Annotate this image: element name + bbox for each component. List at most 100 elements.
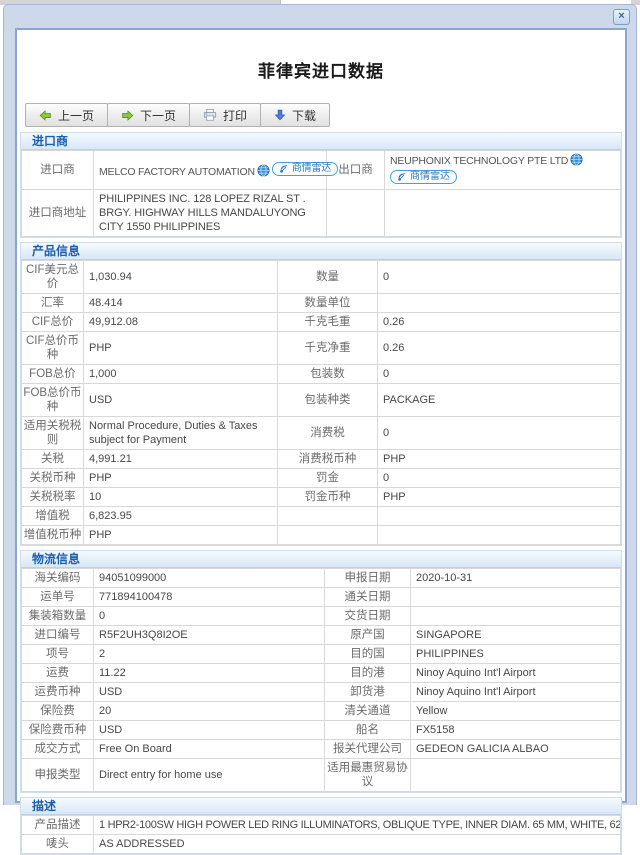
arrow-right-icon — [121, 109, 134, 122]
close-icon[interactable]: × — [613, 9, 630, 25]
section-description-title: 描述 — [21, 798, 621, 815]
field-value: 0 — [94, 607, 325, 626]
radar-badge[interactable]: 商情雷达 — [390, 170, 457, 184]
field-label: 数量单位 — [278, 294, 378, 313]
field-label: 罚金 — [278, 469, 378, 488]
field-value: PACKAGE — [378, 384, 621, 417]
field-label: 关税税率 — [22, 488, 84, 507]
field-value: 10 — [84, 488, 278, 507]
field-value: 1,030.94 — [84, 261, 278, 294]
field-value: Direct entry for home use — [94, 759, 325, 792]
table-row: 唛头 AS ADDRESSED — [22, 835, 621, 854]
table-row: 集装箱数量 0 交货日期 — [22, 607, 621, 626]
field-value — [411, 588, 621, 607]
table-row: 产品描述 1 HPR2-100SW HIGH POWER LED RING IL… — [22, 816, 621, 835]
field-value: 0.26 — [378, 332, 621, 365]
next-page-label: 下一页 — [140, 107, 176, 124]
exporter-company-line: NEUPHONIX TECHNOLOGY PTE LTD — [390, 153, 615, 168]
arrow-left-icon — [39, 109, 52, 122]
field-value: PHP — [84, 332, 278, 365]
shipping-marks-value: AS ADDRESSED — [94, 835, 621, 854]
field-label: 数量 — [278, 261, 378, 294]
prev-page-button[interactable]: 上一页 — [25, 103, 108, 127]
exporter-name[interactable]: NEUPHONIX TECHNOLOGY PTE LTD — [390, 155, 568, 167]
field-value — [378, 294, 621, 313]
table-row: 适用关税税则 Normal Procedure, Duties & Taxes … — [22, 417, 621, 450]
table-row: FOB总价 1,000 包装数 0 — [22, 365, 621, 384]
field-label: 唛头 — [22, 835, 94, 854]
field-value: 6,823.95 — [84, 507, 278, 526]
field-label: 目的港 — [325, 664, 411, 683]
field-label: 通关日期 — [325, 588, 411, 607]
radar-badge-label: 商情雷达 — [410, 170, 450, 184]
field-label: 保险费 — [22, 702, 94, 721]
field-label: 关税 — [22, 450, 84, 469]
field-value: PHP — [378, 450, 621, 469]
field-label: 成交方式 — [22, 740, 94, 759]
table-row: 保险费币种 USD 船名 FX5158 — [22, 721, 621, 740]
globe-icon[interactable] — [257, 164, 270, 177]
field-label: 交货日期 — [325, 607, 411, 626]
field-value — [378, 507, 621, 526]
print-label: 打印 — [223, 107, 247, 124]
next-page-button[interactable]: 下一页 — [107, 103, 190, 127]
download-button[interactable]: 下载 — [260, 103, 330, 127]
field-value — [411, 759, 621, 792]
field-label: 申报类型 — [22, 759, 94, 792]
product-table: CIF美元总价 1,030.94 数量 0 汇率 48.414 数量单位 CIF… — [21, 260, 621, 545]
printer-icon — [203, 108, 217, 122]
importer-name[interactable]: MELCO FACTORY AUTOMATION — [99, 166, 255, 178]
field-label: 卸货港 — [325, 683, 411, 702]
field-label: 千克毛重 — [278, 313, 378, 332]
field-label: 运费币种 — [22, 683, 94, 702]
table-row: 增值税币种 PHP — [22, 526, 621, 545]
field-label: 保险费币种 — [22, 721, 94, 740]
field-value: 4,991.21 — [84, 450, 278, 469]
exporter-value-cell: NEUPHONIX TECHNOLOGY PTE LTD 商情雷达 — [385, 151, 621, 190]
field-value: USD — [84, 384, 278, 417]
field-value: 0.26 — [378, 313, 621, 332]
table-row: 成交方式 Free On Board 报关代理公司 GEDEON GALICIA… — [22, 740, 621, 759]
field-value: USD — [94, 683, 325, 702]
table-row: 关税 4,991.21 消费税币种 PHP — [22, 450, 621, 469]
section-product: 产品信息 CIF美元总价 1,030.94 数量 0 汇率 48.414 数量单… — [20, 242, 622, 546]
field-label-empty — [327, 190, 385, 237]
table-row: 进口商 MELCO FACTORY AUTOMATION商情雷达 出口商 NEU… — [22, 151, 621, 190]
field-value: PHP — [84, 469, 278, 488]
field-label: CIF总价 — [22, 313, 84, 332]
field-label: 进口商 — [22, 151, 94, 190]
field-value: 1,000 — [84, 365, 278, 384]
field-label: 包装种类 — [278, 384, 378, 417]
table-row: 增值税 6,823.95 — [22, 507, 621, 526]
field-value: USD — [94, 721, 325, 740]
field-label: 关税币种 — [22, 469, 84, 488]
field-label: 清关通道 — [325, 702, 411, 721]
section-importer-title: 进口商 — [21, 133, 621, 150]
field-label: 增值税币种 — [22, 526, 84, 545]
field-label: 消费税 — [278, 417, 378, 450]
table-row: 运单号 771894100478 通关日期 — [22, 588, 621, 607]
field-label: CIF总价币种 — [22, 332, 84, 365]
field-label: CIF美元总价 — [22, 261, 84, 294]
field-value — [378, 526, 621, 545]
field-value: 11.22 — [94, 664, 325, 683]
field-label: 船名 — [325, 721, 411, 740]
dialog-content-panel: 菲律宾进口数据 上一页 下一页 打印 下载 — [15, 28, 627, 803]
arrow-down-icon — [274, 109, 286, 121]
table-row: 进口商地址 PHILIPPINES INC. 128 LOPEZ RIZAL S… — [22, 190, 621, 237]
field-label: 消费税币种 — [278, 450, 378, 469]
field-label: 项号 — [22, 645, 94, 664]
globe-icon[interactable] — [570, 153, 583, 166]
field-label — [278, 526, 378, 545]
print-button[interactable]: 打印 — [189, 103, 261, 127]
field-label: 包装数 — [278, 365, 378, 384]
logistics-table: 海关编码 94051099000 申报日期 2020-10-31 运单号 771… — [21, 568, 621, 792]
field-value: 771894100478 — [94, 588, 325, 607]
field-label: 增值税 — [22, 507, 84, 526]
field-value: 94051099000 — [94, 569, 325, 588]
field-value: PHILIPPINES — [411, 645, 621, 664]
section-product-title: 产品信息 — [21, 243, 621, 260]
table-row: FOB总价币种 USD 包装种类 PACKAGE — [22, 384, 621, 417]
radar-badge[interactable]: 商情雷达 — [272, 162, 338, 176]
radar-icon — [279, 164, 289, 174]
